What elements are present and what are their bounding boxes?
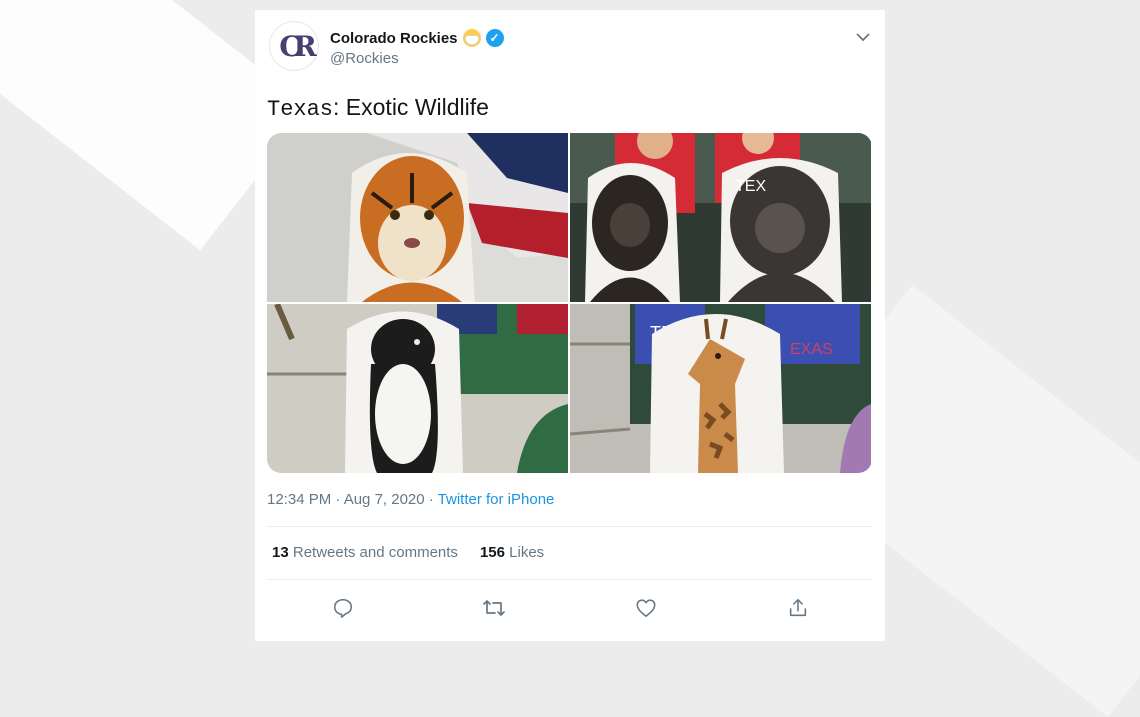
retweets-label: Retweets and comments — [292, 544, 458, 561]
svg-text:EXAS: EXAS — [790, 341, 833, 358]
tweet-text: Texas: Exotic Wildlife — [267, 94, 489, 122]
tweet-text-prefix: Texas — [267, 97, 334, 122]
reply-icon[interactable] — [329, 594, 357, 622]
divider — [267, 526, 872, 527]
divider — [267, 579, 872, 580]
likes-label: Likes — [509, 544, 545, 561]
tweet-card: CR Colorado Rockies ✓ @Rockies Texas: Ex… — [255, 10, 885, 641]
engagement-stats: 13 Retweets and comments 156 Likes — [272, 544, 544, 561]
retweet-icon[interactable] — [480, 594, 508, 622]
user-handle[interactable]: @Rockies — [330, 50, 399, 67]
avatar[interactable]: CR — [269, 21, 319, 71]
verified-badge-icon: ✓ — [485, 29, 504, 47]
source-link[interactable]: Twitter for iPhone — [438, 491, 555, 508]
display-name[interactable]: Colorado Rockies — [330, 30, 458, 47]
media-photo-penguin[interactable] — [267, 304, 568, 473]
more-options-chevron-down-icon[interactable] — [852, 26, 874, 48]
svg-text:TEX: TEX — [735, 178, 766, 195]
author-name-row[interactable]: Colorado Rockies ✓ — [330, 29, 504, 47]
retweets-stat[interactable]: 13 Retweets and comments — [272, 544, 458, 561]
face-mask-emoji-icon — [462, 29, 481, 47]
media-photo-tiger[interactable] — [267, 133, 568, 302]
timestamp[interactable]: 12:34 PM · Aug 7, 2020 · — [267, 491, 438, 508]
likes-count: 156 — [479, 544, 505, 561]
action-bar — [267, 594, 872, 622]
tweet-metadata: 12:34 PM · Aug 7, 2020 · Twitter for iPh… — [267, 491, 554, 508]
media-grid: TEX EXAS — [267, 133, 872, 473]
retweets-count: 13 — [272, 544, 289, 561]
media-photo-gorillas[interactable]: TEX — [570, 133, 871, 302]
share-icon[interactable] — [784, 594, 812, 622]
heart-icon[interactable] — [632, 594, 660, 622]
media-photo-giraffe[interactable]: TEX EXAS — [570, 304, 871, 473]
likes-stat[interactable]: 156 Likes — [480, 544, 544, 561]
tweet-text-rest: : Exotic Wildlife — [333, 94, 489, 120]
